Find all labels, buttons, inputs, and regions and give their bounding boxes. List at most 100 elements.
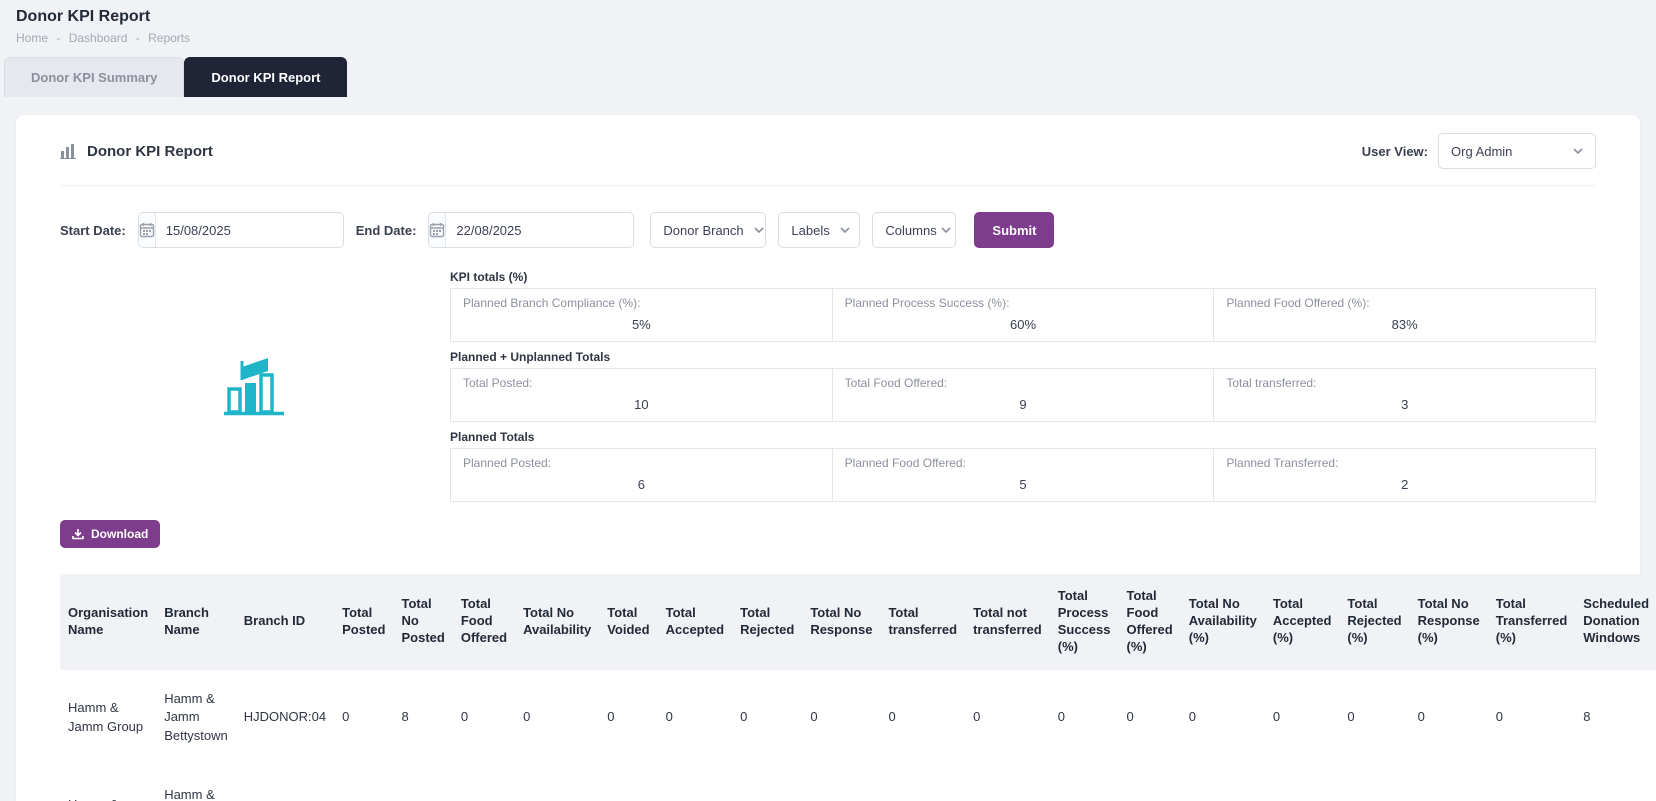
- labels-select[interactable]: Labels: [778, 212, 860, 248]
- end-date-label: End Date:: [356, 223, 417, 238]
- download-icon: [72, 528, 84, 540]
- table-cell: 0: [732, 670, 802, 767]
- bar-chart-icon: [60, 143, 77, 159]
- column-header: Total Voided: [599, 574, 657, 670]
- column-header: Total No Availability (%): [1181, 574, 1265, 670]
- tab-donor-kpi-report[interactable]: Donor KPI Report: [184, 57, 347, 97]
- kpi-label: Planned Posted:: [463, 456, 820, 470]
- columns-label: Columns: [885, 223, 936, 238]
- tab-donor-kpi-summary[interactable]: Donor KPI Summary: [4, 57, 184, 97]
- kpi-table: Organisation NameBranch NameBranch ID Tot…: [60, 574, 1656, 801]
- table-row: Hamm & Jamm GroupHamm & Jamm BettystownH…: [60, 670, 1656, 767]
- card-header: Donor KPI Report User View: Org Admin: [60, 115, 1596, 186]
- kpi-cell: Total Posted: 10: [451, 369, 833, 421]
- page-title: Donor KPI Report: [16, 8, 1640, 26]
- donor-branch-label: Donor Branch: [663, 223, 743, 238]
- labels-label: Labels: [791, 223, 829, 238]
- end-date-input-group: [428, 212, 634, 248]
- chevron-down-icon: [941, 227, 951, 233]
- kpi-label: Total transferred:: [1226, 376, 1583, 390]
- column-header: Branch Name: [156, 574, 236, 670]
- breadcrumb-home[interactable]: Home: [16, 31, 48, 45]
- table-cell: 0: [515, 670, 599, 767]
- kpi-value: 9: [845, 397, 1202, 412]
- table-cell: 0: [453, 670, 515, 767]
- table-cell: 0: [1488, 766, 1576, 801]
- kpi-cell: Planned Transferred: 2: [1214, 449, 1595, 501]
- kpi-value: 5%: [463, 317, 820, 332]
- table-cell: 0: [1119, 670, 1181, 767]
- table-cell: Hamm & Jamm Group: [60, 766, 156, 801]
- column-header: Total Accepted (%): [1265, 574, 1340, 670]
- column-header: Total not transferred: [965, 574, 1050, 670]
- kpi-value: 10: [463, 397, 820, 412]
- table-cell: 0: [1050, 670, 1119, 767]
- kpi-section-planned-totals: Planned Totals Planned Posted: 6 Planned…: [450, 430, 1596, 502]
- table-cell: 0: [965, 766, 1050, 801]
- donor-branch-select[interactable]: Donor Branch: [650, 212, 766, 248]
- kpi-section-planned-unplanned: Planned + Unplanned Totals Total Posted:…: [450, 350, 1596, 422]
- table-cell: 0: [658, 670, 733, 767]
- start-date-field[interactable]: [156, 213, 344, 247]
- calendar-icon[interactable]: [139, 213, 156, 247]
- user-view-value: Org Admin: [1451, 144, 1512, 159]
- table-cell: 0: [732, 766, 802, 801]
- kpi-label: Planned Transferred:: [1226, 456, 1583, 470]
- column-header: Total Process Success (%): [1050, 574, 1119, 670]
- column-header: Total Food Offered: [453, 574, 515, 670]
- tab-bar: Donor KPI Summary Donor KPI Report: [0, 45, 1656, 97]
- chevron-down-icon: [840, 227, 850, 233]
- column-header: Branch ID: [236, 574, 334, 670]
- table-cell: 0: [1265, 670, 1340, 767]
- report-card: Donor KPI Report User View: Org Admin St…: [16, 115, 1640, 801]
- kpi-cell: Planned Process Success (%): 60%: [833, 289, 1215, 341]
- table-cell: 0: [658, 766, 733, 801]
- kpi-value: 3: [1226, 397, 1583, 412]
- table-cell: 8: [393, 670, 452, 767]
- breadcrumb-reports[interactable]: Reports: [148, 31, 190, 45]
- table-body: Hamm & Jamm GroupHamm & Jamm BettystownH…: [60, 670, 1656, 801]
- end-date-field[interactable]: [446, 213, 634, 247]
- kpi-label: Total Posted:: [463, 376, 820, 390]
- table-cell: 8: [1575, 670, 1656, 767]
- table-cell: HJDONOR:09: [236, 766, 334, 801]
- column-header: Total Rejected (%): [1339, 574, 1409, 670]
- table-cell: 0: [1181, 766, 1265, 801]
- chevron-down-icon: [754, 227, 764, 233]
- chevron-down-icon: [1573, 148, 1583, 154]
- download-button[interactable]: Download: [60, 520, 160, 548]
- kpi-cell: Planned Food Offered (%): 83%: [1214, 289, 1595, 341]
- table-cell: 0: [334, 670, 393, 767]
- column-header: Total Rejected: [732, 574, 802, 670]
- table-cell: 0: [880, 766, 965, 801]
- user-view-label: User View:: [1362, 144, 1428, 159]
- kpi-cell: Planned Posted: 6: [451, 449, 833, 501]
- kpi-cell: Total Food Offered: 9: [833, 369, 1215, 421]
- submit-button[interactable]: Submit: [974, 212, 1054, 248]
- table-cell: Hamm & Jamm Callan: [156, 766, 236, 801]
- kpi-value: 60%: [845, 317, 1202, 332]
- column-header: Total Food Offered (%): [1119, 574, 1181, 670]
- kpi-label: Planned Food Offered (%):: [1226, 296, 1583, 310]
- table-cell: 0: [1119, 766, 1181, 801]
- calendar-icon[interactable]: [429, 213, 446, 247]
- table-cell: 0: [1410, 670, 1488, 767]
- column-header: Total Transferred (%): [1488, 574, 1576, 670]
- table-cell: 0: [1339, 766, 1409, 801]
- kpi-label: Planned Food Offered:: [845, 456, 1202, 470]
- column-header: Total No Response (%): [1410, 574, 1488, 670]
- column-header: Total Accepted: [658, 574, 733, 670]
- user-view-select[interactable]: Org Admin: [1438, 133, 1596, 169]
- table-cell: 0: [1265, 766, 1340, 801]
- kpi-value: 83%: [1226, 317, 1583, 332]
- kpi-value: 2: [1226, 477, 1583, 492]
- breadcrumb: Home - Dashboard - Reports: [16, 31, 1640, 45]
- table-cell: 0: [880, 670, 965, 767]
- table-cell: 0: [599, 670, 657, 767]
- columns-select[interactable]: Columns: [872, 212, 956, 248]
- table-cell: 0: [599, 766, 657, 801]
- column-header: Organisation Name: [60, 574, 156, 670]
- breadcrumb-dashboard[interactable]: Dashboard: [69, 31, 128, 45]
- kpi-label: Planned Process Success (%):: [845, 296, 1202, 310]
- kpi-label: Total Food Offered:: [845, 376, 1202, 390]
